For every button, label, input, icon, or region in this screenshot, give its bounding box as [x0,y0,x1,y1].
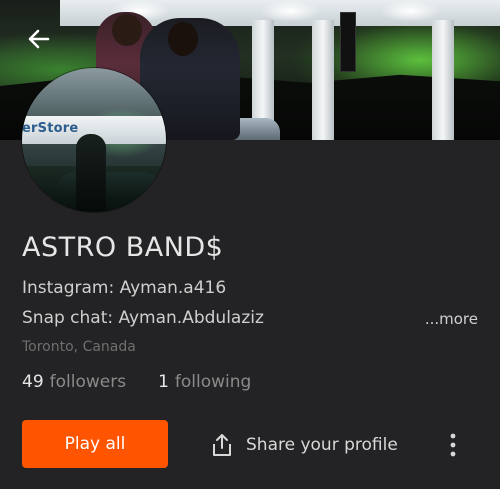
bio-line-snapchat: Snap chat: Ayman.Abdulaziz [22,308,264,328]
followers-stat[interactable]: 49 followers [22,372,126,392]
stats-row: 49 followers 1 following [22,372,251,392]
banner-sign [340,12,356,72]
profile-screen: erStore ASTRO BAND$ Instagram: Ayman.a41… [0,0,500,489]
location-text: Toronto, Canada [22,339,136,355]
arrow-left-icon [28,29,50,49]
followers-label: followers [49,372,127,392]
play-all-button[interactable]: Play all [22,420,168,468]
more-options-button[interactable] [440,428,466,462]
following-label: following [174,372,252,392]
following-stat[interactable]: 1 following [158,372,251,392]
avatar-figure [76,134,106,212]
banner-person-head [112,14,142,46]
bio-line-instagram: Instagram: Ayman.a416 [22,278,227,298]
more-vertical-icon [450,433,456,457]
banner-person-head [168,22,198,56]
profile-name: ASTRO BAND$ [22,232,224,263]
banner-pillar [312,20,334,140]
share-profile-button[interactable]: Share your profile [210,428,398,462]
avatar-store-sign-text: erStore [22,121,79,136]
banner-pillar [432,20,454,140]
more-link[interactable]: ...more [425,310,478,328]
avatar-car [56,172,166,200]
back-button[interactable] [24,24,54,54]
avatar[interactable]: erStore [22,68,166,212]
followers-count: 49 [22,372,44,392]
share-icon [213,434,231,456]
banner-light [260,0,320,22]
banner-light [380,0,440,22]
following-count: 1 [158,372,169,392]
share-profile-label: Share your profile [246,435,398,455]
